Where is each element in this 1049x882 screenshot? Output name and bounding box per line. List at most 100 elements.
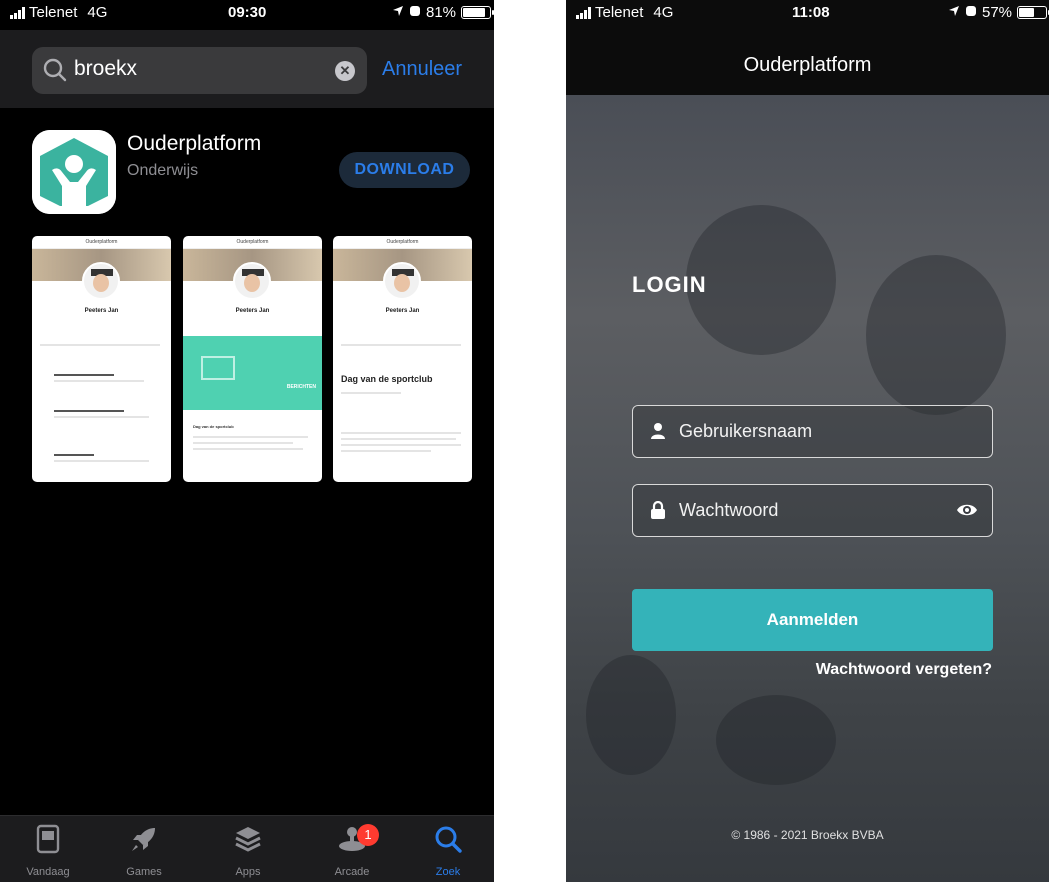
lock-icon: [649, 500, 667, 524]
username-field[interactable]: Gebruikersnaam: [632, 405, 993, 458]
preview-row-line: [193, 448, 303, 450]
battery-percent: 57%: [982, 4, 1013, 21]
screenshot-composite: Telenet 4G 09:30 81% broekx ✕ Annuleer O…: [0, 0, 1049, 882]
preview-header: Ouderplatform: [333, 236, 472, 249]
app-store-screen: Telenet 4G 09:30 81% broekx ✕ Annuleer O…: [0, 0, 494, 882]
preview-name: Peeters Jan: [84, 308, 119, 314]
joystick-icon: [312, 822, 392, 856]
copyright-footer: © 1986 - 2021 Broekx BVBA: [731, 828, 884, 842]
photo-shape: [716, 695, 836, 785]
preview-messages-banner: BERICHTEN: [183, 336, 322, 410]
preview-row-line: [54, 460, 149, 462]
avatar: [82, 262, 120, 300]
tab-apps[interactable]: Apps: [208, 822, 288, 878]
tab-games[interactable]: Games: [104, 822, 184, 878]
search-query: broekx: [74, 57, 138, 80]
password-placeholder: Wachtwoord: [679, 500, 779, 520]
tab-label: Vandaag: [26, 866, 70, 878]
preview-name: Peeters Jan: [385, 308, 420, 314]
tab-zoek[interactable]: Zoek: [408, 822, 488, 878]
rocket-icon: [104, 822, 184, 856]
status-bar: Telenet 4G 11:08 57%: [566, 0, 1049, 26]
status-bar: Telenet 4G 09:30 81%: [0, 0, 494, 26]
tab-label: Zoek: [435, 866, 461, 878]
carrier-name: Telenet: [595, 4, 644, 21]
status-carrier: Telenet 4G: [576, 4, 673, 21]
preview-row-line: [54, 410, 124, 412]
status-time: 09:30: [228, 4, 267, 21]
search-input[interactable]: broekx ✕: [32, 47, 367, 94]
status-time: 11:08: [792, 4, 830, 21]
tab-label: Apps: [235, 866, 261, 878]
apps-stack-icon: [208, 822, 288, 856]
preview-divider: [341, 344, 461, 346]
preview-row-line: [193, 436, 308, 438]
app-category: Onderwijs: [127, 162, 199, 179]
preview-screenshot-2[interactable]: Ouderplatform Peeters Jan BERICHTEN Dag …: [183, 236, 322, 482]
preview-row-line: [341, 432, 461, 434]
page-title: Ouderplatform: [743, 54, 872, 76]
preview-banner-label: BERICHTEN: [286, 384, 316, 390]
forgot-password-link[interactable]: Wachtwoord vergeten?: [816, 661, 992, 679]
avatar: [383, 262, 421, 300]
ouderplatform-app-icon[interactable]: [32, 130, 116, 214]
network-type: 4G: [87, 4, 108, 21]
search-icon: [408, 822, 488, 856]
preview-header: Ouderplatform: [183, 236, 322, 249]
tab-bar: Vandaag Games Apps 1 Arcade Zoek: [0, 815, 494, 882]
tab-arcade[interactable]: 1 Arcade: [312, 822, 392, 878]
preview-row-line: [54, 416, 149, 418]
screenshot-previews[interactable]: Ouderplatform Peeters Jan Ouderplatform …: [32, 236, 472, 484]
preview-item-title: Dag van de sportclub: [193, 424, 234, 429]
show-password-eye-icon[interactable]: [956, 502, 978, 523]
user-icon: [649, 422, 667, 445]
alarm-icon: [409, 4, 421, 21]
photo-shape: [586, 655, 676, 775]
tab-vandaag[interactable]: Vandaag: [8, 822, 88, 878]
photo-shape: [686, 205, 836, 355]
battery-icon: [461, 6, 494, 19]
tab-label: Games: [126, 866, 162, 878]
preview-big-title: Dag van de sportclub: [341, 374, 433, 384]
carrier-name: Telenet: [29, 4, 78, 21]
alarm-icon: [965, 4, 977, 21]
preview-name: Peeters Jan: [235, 308, 270, 314]
battery-percent: 81%: [426, 4, 457, 21]
tab-label: Arcade: [334, 866, 370, 878]
signal-icon: [10, 6, 25, 19]
preview-row-line: [54, 380, 144, 382]
clear-search-icon[interactable]: ✕: [335, 61, 355, 81]
username-placeholder: Gebruikersnaam: [679, 421, 813, 441]
search-result-row[interactable]: Ouderplatform Onderwijs DOWNLOAD: [0, 108, 494, 228]
cancel-search-button[interactable]: Annuleer: [382, 58, 462, 81]
preview-row-line: [341, 438, 456, 440]
location-icon: [948, 4, 960, 21]
preview-row-line: [193, 442, 293, 444]
status-right: 81%: [392, 4, 494, 21]
password-field[interactable]: Wachtwoord: [632, 484, 993, 537]
login-submit-button[interactable]: Aanmelden: [632, 589, 993, 651]
preview-screenshot-1[interactable]: Ouderplatform Peeters Jan: [32, 236, 171, 482]
envelope-icon: [201, 356, 235, 380]
network-type: 4G: [653, 4, 674, 21]
preview-row-line: [341, 450, 431, 452]
location-icon: [392, 4, 404, 21]
preview-divider: [40, 344, 160, 346]
preview-row-line: [341, 444, 461, 446]
avatar: [233, 262, 271, 300]
battery-icon: [1017, 6, 1049, 19]
search-icon: [42, 57, 68, 88]
download-button[interactable]: DOWNLOAD: [339, 152, 470, 188]
preview-row-line: [54, 454, 94, 456]
search-header: broekx ✕ Annuleer: [0, 30, 494, 108]
login-heading: LOGIN: [632, 272, 707, 297]
status-right: 57%: [948, 4, 1049, 21]
app-name: Ouderplatform: [127, 132, 262, 155]
preview-screenshot-3[interactable]: Ouderplatform Peeters Jan Dag van de spo…: [333, 236, 472, 482]
today-icon: [8, 822, 88, 856]
preview-header: Ouderplatform: [32, 236, 171, 249]
preview-row-line: [341, 392, 401, 394]
photo-shape: [866, 255, 1006, 415]
status-carrier: Telenet 4G: [10, 4, 107, 21]
signal-icon: [576, 6, 591, 19]
